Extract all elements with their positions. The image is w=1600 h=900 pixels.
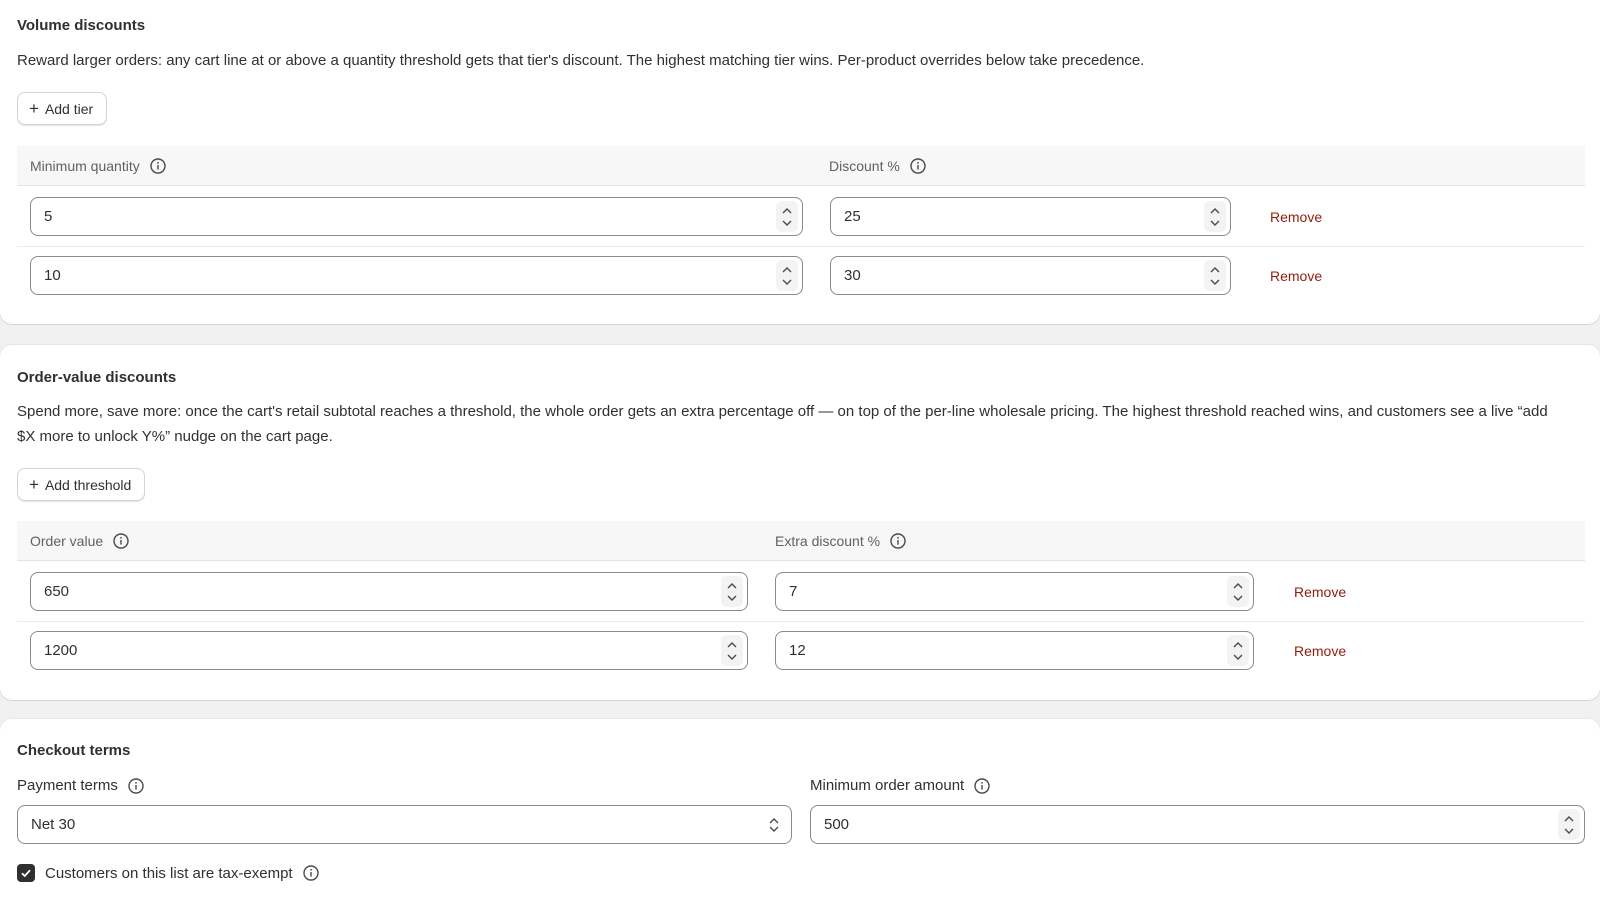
row-divider (17, 621, 1585, 622)
info-circle-icon[interactable] (974, 777, 990, 794)
chevron-up-icon[interactable] (1563, 814, 1575, 824)
plus-icon: + (29, 475, 39, 494)
chevron-up-icon[interactable] (726, 640, 738, 650)
remove-threshold-button[interactable]: Remove (1294, 584, 1346, 600)
chevron-down-icon[interactable] (781, 218, 793, 228)
header-minimum-quantity-label: Minimum quantity (30, 158, 140, 174)
checkmark-icon (20, 867, 32, 879)
chevron-up-down-icon[interactable] (776, 260, 798, 291)
chevron-up-icon[interactable] (781, 206, 793, 216)
payment-terms-value: Net 30 (31, 816, 76, 833)
volume-table-header: Minimum quantity Discount % (17, 146, 1585, 186)
order-value-input[interactable]: 1200 (30, 631, 748, 670)
header-order-value: Order value (30, 521, 129, 561)
chevron-up-icon[interactable] (726, 581, 738, 591)
header-order-value-label: Order value (30, 533, 104, 549)
info-circle-icon[interactable] (113, 533, 129, 549)
header-extra-discount-label: Extra discount % (775, 533, 881, 549)
remove-tier-button[interactable]: Remove (1270, 268, 1322, 284)
info-circle-icon[interactable] (150, 158, 166, 174)
remove-tier-button[interactable]: Remove (1270, 209, 1322, 225)
checkout-terms-card: Checkout terms Payment terms Minimum ord… (0, 719, 1600, 900)
order-value-discounts-card: Order-value discounts Spend more, save m… (0, 345, 1600, 700)
info-circle-icon[interactable] (910, 158, 926, 174)
extra-discount-value: 12 (789, 642, 806, 659)
select-chevron-icon (767, 816, 781, 834)
chevron-up-down-icon[interactable] (1227, 576, 1249, 607)
discount-value: 30 (844, 267, 861, 284)
volume-discounts-card: Volume discounts Reward larger orders: a… (0, 0, 1600, 324)
chevron-down-icon[interactable] (1563, 826, 1575, 836)
extra-discount-input[interactable]: 12 (775, 631, 1254, 670)
minimum-order-amount-value: 500 (824, 816, 850, 833)
info-circle-icon[interactable] (890, 533, 906, 549)
chevron-down-icon[interactable] (1209, 218, 1221, 228)
order-value-discounts-title: Order-value discounts (17, 369, 177, 386)
discount-input[interactable]: 30 (830, 256, 1231, 295)
min-quantity-value: 10 (44, 267, 61, 284)
chevron-up-down-icon[interactable] (776, 201, 798, 232)
chevron-up-down-icon[interactable] (721, 576, 743, 607)
order-value-value: 1200 (44, 642, 78, 659)
order-value-input[interactable]: 650 (30, 572, 748, 611)
min-quantity-value: 5 (44, 208, 53, 225)
chevron-up-icon[interactable] (1209, 206, 1221, 216)
add-tier-button[interactable]: + Add tier (17, 92, 108, 125)
chevron-down-icon[interactable] (1232, 652, 1244, 662)
minimum-order-amount-label-text: Minimum order amount (810, 777, 965, 794)
chevron-up-down-icon[interactable] (1558, 809, 1580, 840)
add-tier-label: Add tier (44, 100, 94, 117)
chevron-up-icon[interactable] (1232, 581, 1244, 591)
chevron-up-down-icon[interactable] (1227, 635, 1249, 666)
minimum-order-amount-label: Minimum order amount (810, 777, 990, 794)
add-threshold-button[interactable]: + Add threshold (17, 468, 146, 501)
discount-input[interactable]: 25 (830, 197, 1231, 236)
chevron-down-icon[interactable] (1209, 277, 1221, 287)
chevron-up-down-icon[interactable] (721, 635, 743, 666)
tax-exempt-checkbox[interactable] (17, 864, 35, 882)
info-circle-icon[interactable] (302, 865, 319, 881)
extra-discount-input[interactable]: 7 (775, 572, 1254, 611)
header-discount: Discount % (829, 146, 926, 186)
extra-discount-value: 7 (789, 583, 798, 600)
chevron-up-icon[interactable] (781, 265, 793, 275)
add-threshold-label: Add threshold (44, 476, 132, 493)
chevron-down-icon[interactable] (1232, 593, 1244, 603)
header-discount-label: Discount % (829, 158, 900, 174)
payment-terms-label-text: Payment terms (17, 777, 118, 794)
chevron-up-icon[interactable] (1232, 640, 1244, 650)
checkout-terms-title: Checkout terms (17, 742, 131, 759)
min-quantity-input[interactable]: 10 (30, 256, 803, 295)
chevron-down-icon[interactable] (781, 277, 793, 287)
header-minimum-quantity: Minimum quantity (30, 146, 166, 186)
min-quantity-input[interactable]: 5 (30, 197, 803, 236)
header-extra-discount: Extra discount % (775, 521, 906, 561)
plus-icon: + (29, 99, 39, 118)
order-value-discounts-description: Spend more, save more: once the cart's r… (17, 403, 1548, 445)
row-divider (17, 246, 1585, 247)
order-value-table-header: Order value Extra discount % (17, 521, 1585, 561)
minimum-order-amount-input[interactable]: 500 (810, 805, 1585, 844)
volume-discounts-description: Reward larger orders: any cart line at o… (17, 52, 1145, 69)
info-circle-icon[interactable] (128, 777, 144, 794)
volume-discounts-title: Volume discounts (17, 17, 146, 34)
chevron-up-icon[interactable] (1209, 265, 1221, 275)
remove-threshold-button[interactable]: Remove (1294, 643, 1346, 659)
discount-value: 25 (844, 208, 861, 225)
tax-exempt-label: Customers on this list are tax-exempt (45, 864, 293, 882)
chevron-down-icon[interactable] (726, 652, 738, 662)
tax-exempt-checkbox-row[interactable]: Customers on this list are tax-exempt (17, 864, 319, 882)
order-value-value: 650 (44, 583, 70, 600)
chevron-up-down-icon[interactable] (1204, 201, 1226, 232)
payment-terms-select[interactable]: Net 30 (17, 805, 792, 844)
payment-terms-label: Payment terms (17, 777, 144, 794)
chevron-down-icon[interactable] (726, 593, 738, 603)
chevron-up-down-icon[interactable] (1204, 260, 1226, 291)
